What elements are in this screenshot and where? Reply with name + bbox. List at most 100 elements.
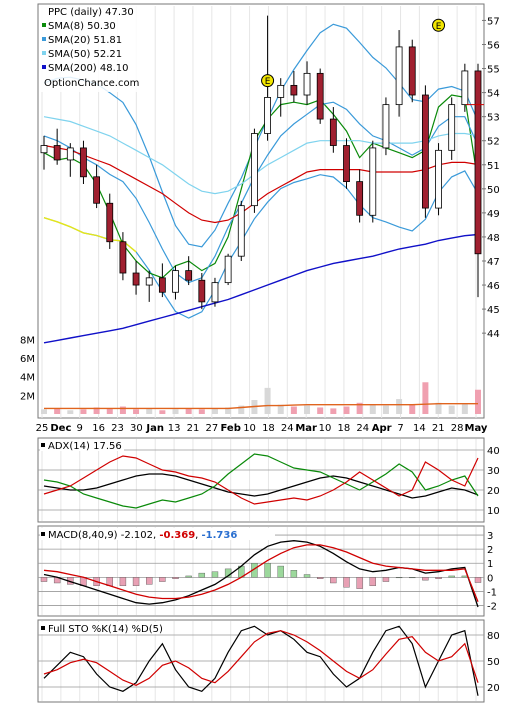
- candle-body: [251, 133, 258, 207]
- x-tick-label: 18: [262, 423, 275, 434]
- adx-title-swatch: [41, 443, 45, 447]
- adx-title: ADX(14) 17.56: [40, 439, 124, 452]
- volume-bar: [343, 406, 350, 414]
- indicator-tick-label: 50: [487, 657, 500, 668]
- price-tick-label: 45: [487, 305, 500, 316]
- x-tick-label: 18: [338, 423, 351, 434]
- price-tick-label: 49: [487, 209, 500, 220]
- volume-bar: [146, 408, 153, 414]
- candle-body: [303, 72, 311, 96]
- macd-histogram-bar: [211, 571, 219, 578]
- legend-swatch-sma20: [42, 37, 46, 41]
- stock-chart: E E 44 45 46 47 48 49 50 51 52 53 54 55 56 57 25 Dec 9 16 2…: [20, 3, 500, 703]
- candle-body: [106, 202, 114, 243]
- macd-histogram-bar: [369, 577, 376, 587]
- indicator-tick-label: 2: [487, 545, 493, 556]
- macd-histogram-bar: [435, 577, 442, 579]
- legend-sma20: SMA(20) 51.81: [48, 35, 122, 46]
- legend-sma8: SMA(8) 50.30: [48, 21, 116, 32]
- legend-swatch-sma50: [42, 51, 46, 55]
- legend-sma200: SMA(200) 48.10: [48, 63, 129, 74]
- indicator-tick-label: 20: [487, 486, 500, 497]
- volume-bar: [382, 405, 389, 414]
- candle-body: [80, 147, 87, 178]
- candle-body: [448, 104, 456, 151]
- candle-body: [145, 277, 153, 286]
- price-tick-label: 52: [487, 137, 500, 148]
- volume-bar: [409, 404, 416, 414]
- x-tick-label: May: [465, 423, 488, 434]
- candle-body: [421, 94, 429, 209]
- volume-bar: [290, 406, 297, 414]
- price-tick-label: 51: [487, 161, 500, 172]
- x-tick-label: 30: [130, 423, 143, 434]
- indicator-tick-label: -1: [487, 587, 497, 598]
- macd-histogram-bar: [356, 577, 363, 589]
- x-tick-label: 27: [205, 423, 218, 434]
- macd-histogram-bar: [290, 570, 298, 578]
- candle-body: [40, 145, 48, 154]
- volume-bar: [369, 404, 376, 414]
- volume-bar: [475, 389, 481, 414]
- candle-body: [132, 272, 140, 286]
- candle-body: [329, 118, 337, 146]
- volume-bar: [304, 405, 311, 414]
- sto-title-swatch: [41, 626, 45, 630]
- indicator-tick-label: 40: [487, 446, 500, 457]
- volume-tick-label: 6M: [20, 354, 35, 365]
- macd-value: -2.102,: [121, 530, 156, 541]
- volume-bar: [317, 407, 324, 414]
- macd-histogram-bar: [198, 572, 206, 578]
- indicator-tick-label: 80: [487, 631, 500, 642]
- x-tick-label: 21: [187, 423, 200, 434]
- price-tick-label: 56: [487, 40, 500, 51]
- volume-bar: [396, 399, 403, 414]
- legend-swatch-sma8: [42, 23, 46, 27]
- macd-histogram-bar: [185, 575, 192, 578]
- x-tick-label: Mar: [295, 423, 317, 434]
- x-tick-label: 7: [397, 423, 403, 434]
- volume-bar: [422, 382, 429, 414]
- indicator-tick-label: 10: [487, 506, 500, 517]
- price-legend: PPC (daily) 47.30 SMA(8) 50.30 SMA(20) 5…: [40, 5, 148, 92]
- candle-body: [369, 147, 377, 216]
- volume-tick-label: 2M: [20, 391, 35, 402]
- candle-body: [264, 97, 271, 134]
- macd-histogram-bar: [382, 577, 390, 582]
- candle-body: [356, 181, 364, 216]
- macd-histogram-bar: [461, 575, 469, 578]
- x-tick-label: 16: [92, 423, 105, 434]
- candle-body: [172, 270, 179, 293]
- legend-swatch-sma200: [42, 65, 46, 69]
- volume-tick-label: 8M: [20, 335, 35, 346]
- x-tick-label: 25: [36, 423, 49, 434]
- volume-bar: [159, 410, 166, 414]
- volume-bar: [106, 408, 113, 414]
- indicator-tick-label: 20: [487, 683, 500, 694]
- volume-bar: [198, 409, 205, 414]
- macd-histogram-bar: [264, 563, 271, 578]
- earnings-marker-label: E: [265, 77, 271, 87]
- price-tick-label: 46: [487, 281, 500, 292]
- indicator-tick-label: 3: [487, 531, 493, 542]
- adx-title-text: ADX(14) 17.56: [48, 441, 122, 452]
- candle-body: [53, 145, 61, 161]
- price-tick-label: 50: [487, 185, 500, 196]
- volume-bar: [67, 410, 74, 414]
- candle-body: [198, 279, 206, 303]
- macd-histogram-bar: [146, 577, 153, 585]
- candle-body: [316, 72, 324, 120]
- candle-body: [185, 270, 193, 281]
- candle-body: [382, 104, 390, 149]
- candle-body: [237, 205, 245, 257]
- candle-body: [158, 277, 166, 293]
- x-tick-label: 13: [168, 423, 181, 434]
- volume-bar: [185, 408, 192, 414]
- x-tick-label: 24: [356, 423, 369, 434]
- x-tick-label: Apr: [372, 423, 392, 434]
- macd-title-swatch: [41, 532, 45, 536]
- macd-histogram-bar: [409, 577, 416, 579]
- macd-hist-value: -0.369: [159, 530, 195, 541]
- price-tick-label: 54: [487, 89, 500, 100]
- candle-body: [474, 70, 482, 255]
